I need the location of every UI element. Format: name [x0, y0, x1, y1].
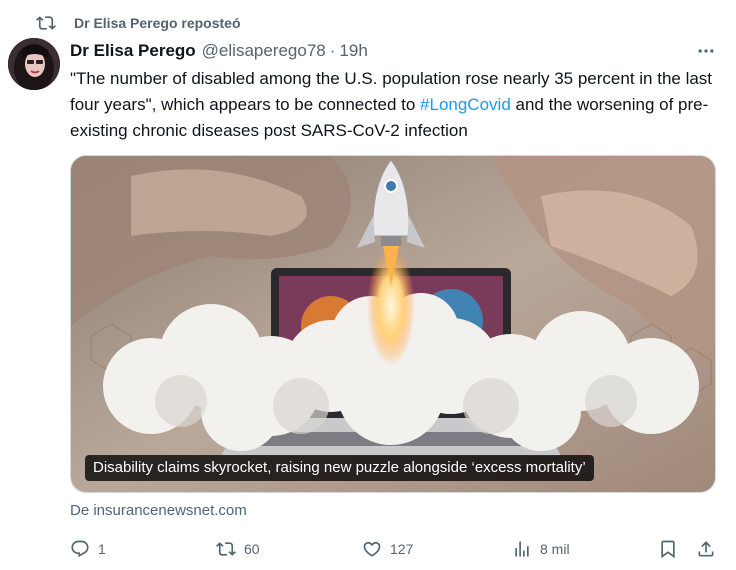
share-icon — [698, 541, 714, 557]
reply-button[interactable]: 1 — [70, 536, 106, 562]
tweet-header: Dr Elisa Perego @elisaperego78 · 19h — [70, 40, 724, 62]
more-icon — [698, 49, 714, 53]
repost-icon — [36, 13, 56, 33]
separator-dot: · — [329, 41, 336, 60]
reply-count: 1 — [98, 541, 106, 557]
more-options-button[interactable] — [694, 40, 718, 62]
bookmark-button[interactable] — [658, 536, 678, 562]
link-card[interactable]: Disability claims skyrocket, raising new… — [70, 155, 716, 493]
author-handle[interactable]: @elisaperego78 — [202, 41, 326, 61]
repost-icon — [216, 542, 236, 556]
share-button[interactable] — [696, 536, 716, 562]
views-button[interactable]: 8 mil — [512, 536, 570, 562]
repost-label: Dr Elisa Perego reposteó — [74, 15, 241, 31]
like-button[interactable]: 127 — [362, 536, 413, 562]
hashtag-link[interactable]: #LongCovid — [420, 95, 511, 114]
repost-button[interactable]: 60 — [216, 536, 260, 562]
card-image — [71, 156, 715, 492]
tweet-text: "The number of disabled among the U.S. p… — [70, 66, 720, 144]
reply-icon — [71, 540, 89, 558]
heart-icon — [363, 541, 381, 557]
like-count: 127 — [390, 541, 414, 557]
repost-count: 60 — [244, 541, 260, 557]
avatar[interactable] — [8, 38, 60, 90]
analytics-icon — [515, 541, 529, 557]
card-source[interactable]: De insurancenewsnet.com — [70, 502, 247, 519]
tweet-time[interactable]: 19h — [339, 41, 367, 61]
card-caption: Disability claims skyrocket, raising new… — [85, 455, 594, 481]
bookmark-icon — [661, 540, 675, 559]
author-name[interactable]: Dr Elisa Perego — [70, 41, 196, 61]
views-count: 8 mil — [540, 541, 570, 557]
repost-indicator[interactable]: Dr Elisa Perego reposteó — [36, 12, 241, 34]
tweet-actions: 1 60 127 8 mil — [66, 536, 726, 562]
